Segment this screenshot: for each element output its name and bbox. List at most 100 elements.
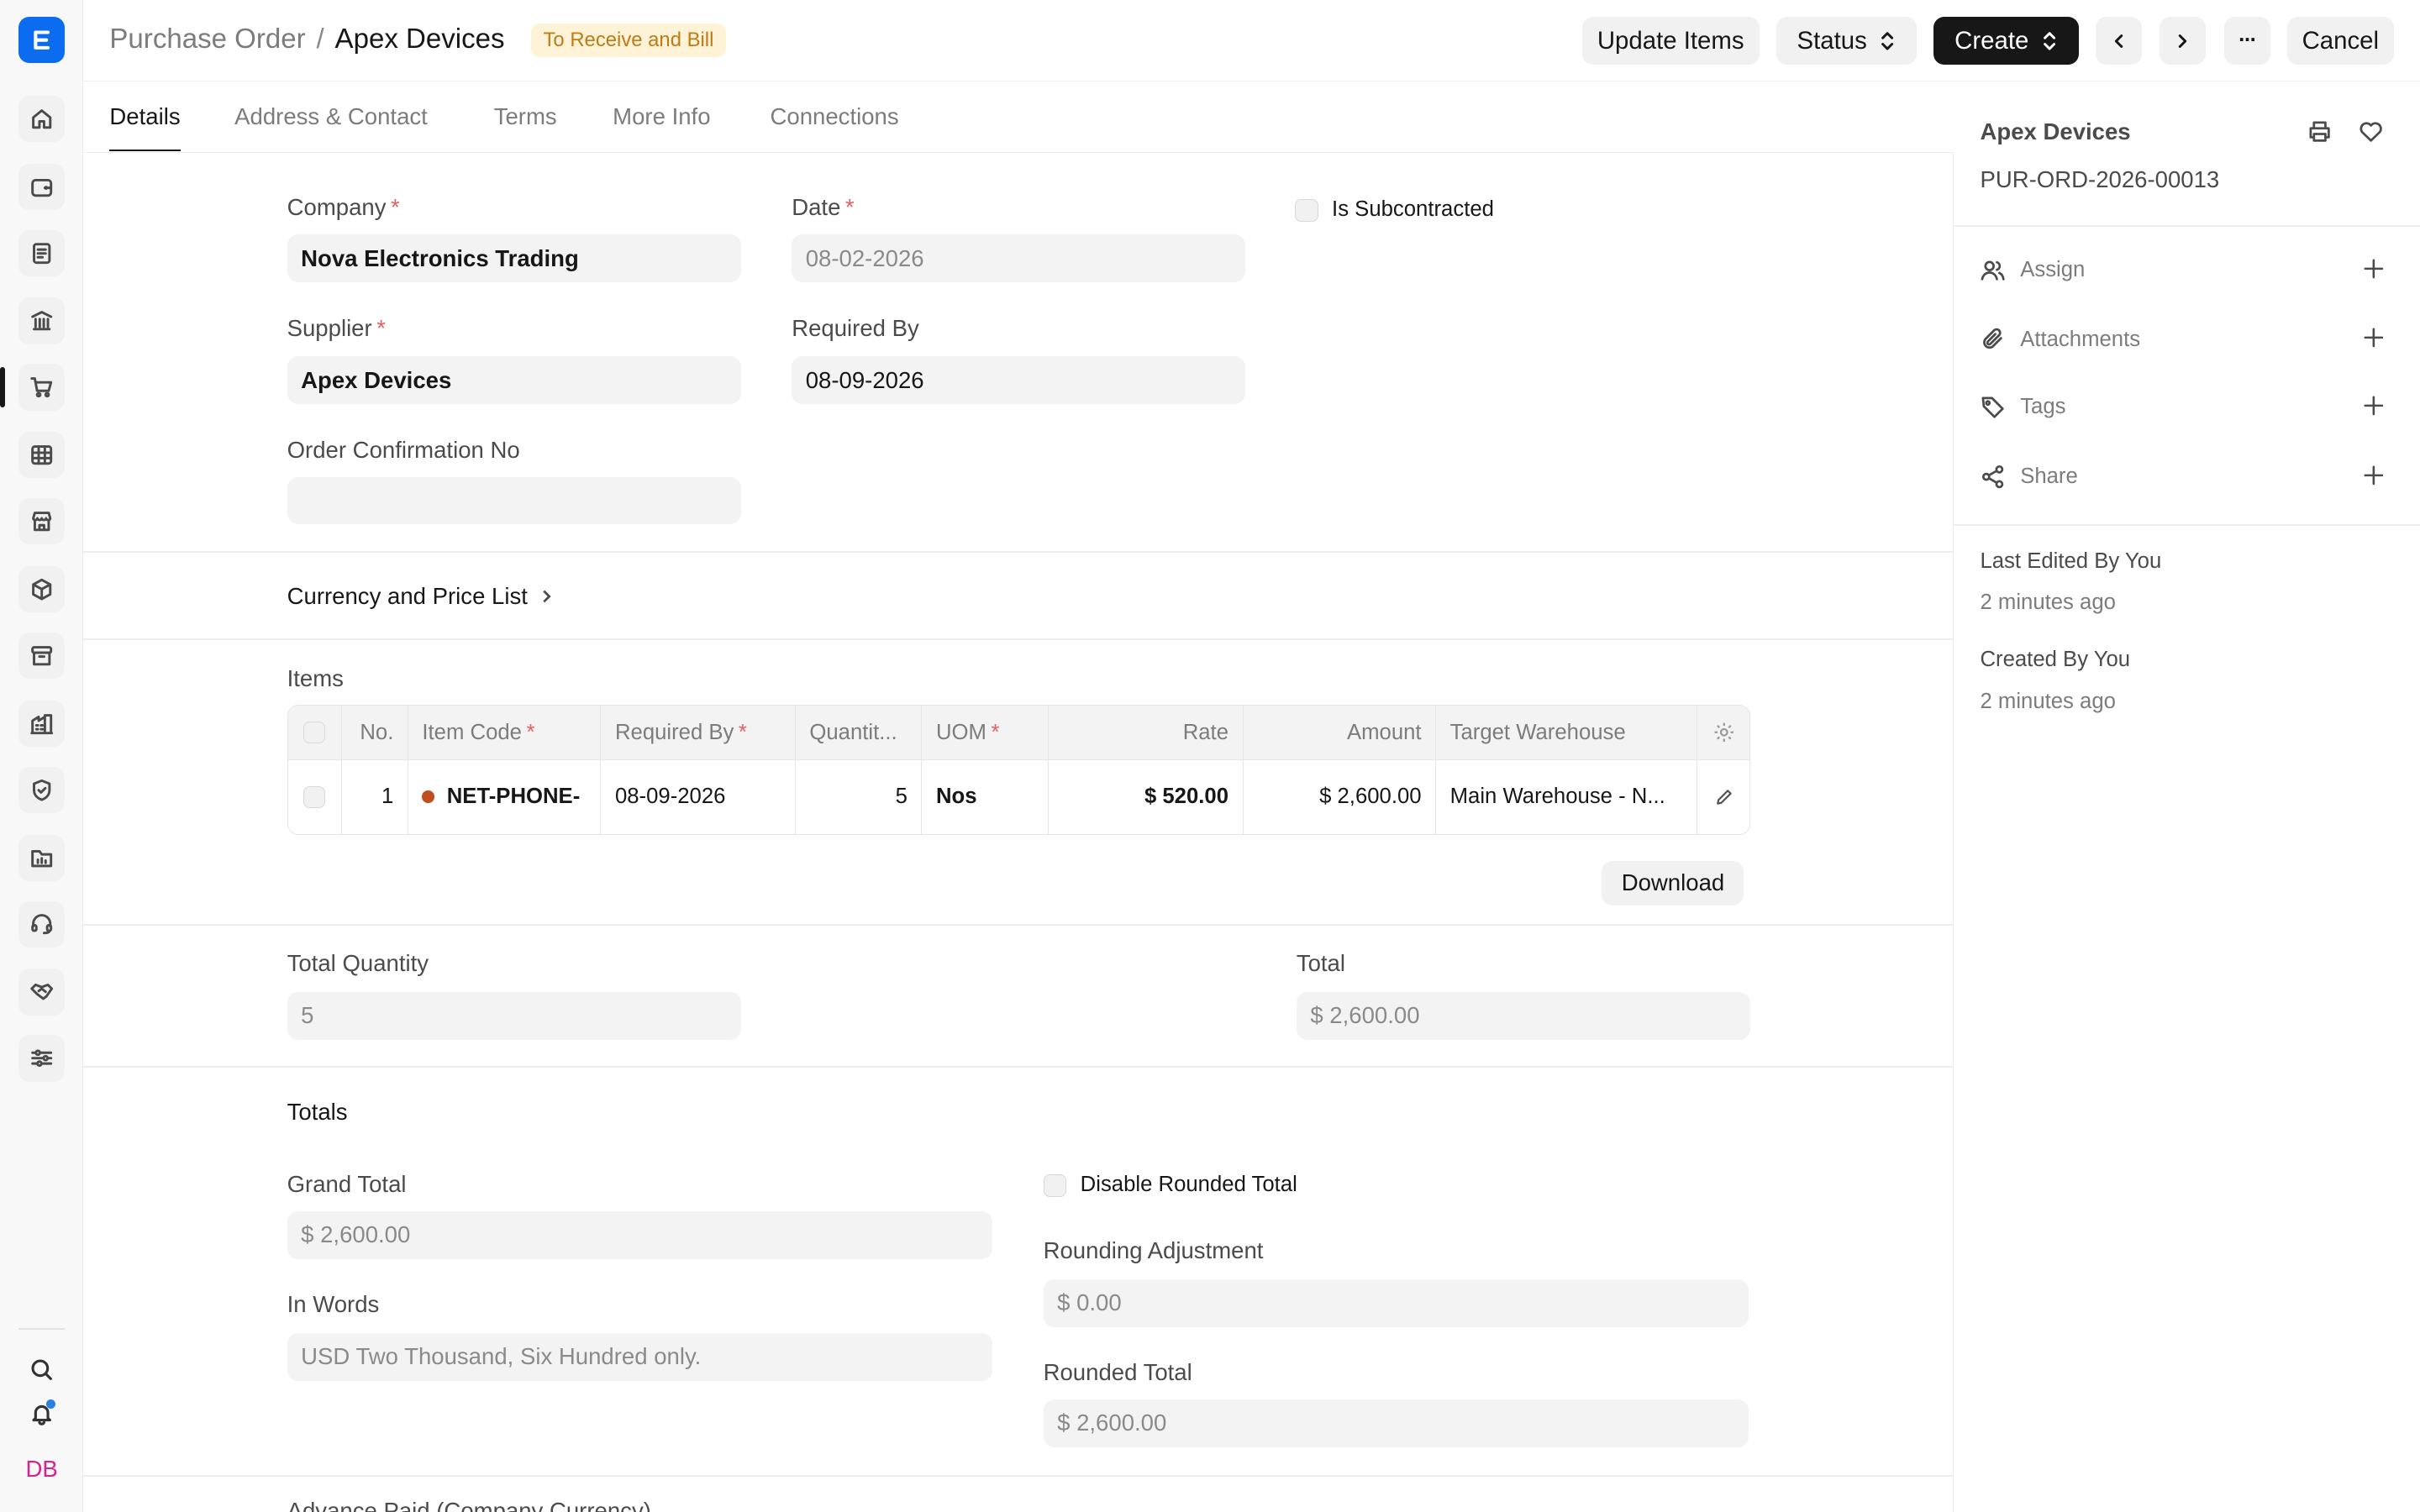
breadcrumb-parent[interactable]: Purchase Order xyxy=(109,24,305,55)
sidebar-title: Apex Devices xyxy=(1980,118,2131,145)
edit-row-button[interactable] xyxy=(1697,760,1749,834)
rail-settings[interactable] xyxy=(18,1035,66,1082)
rail-home[interactable] xyxy=(18,95,66,142)
row-target-warehouse[interactable]: Main Warehouse - N... xyxy=(1436,759,1697,834)
column-settings-button[interactable] xyxy=(1697,706,1749,759)
section-divider xyxy=(83,638,1954,641)
plus-icon[interactable] xyxy=(2363,465,2385,486)
left-rail: DB xyxy=(0,0,84,1512)
table-row[interactable]: 1 NET-PHONE- 08-09-2026 5 Nos $ 520.00 $… xyxy=(288,759,1749,834)
required-by-field[interactable]: 08-09-2026 xyxy=(792,356,1246,405)
rail-selling[interactable] xyxy=(18,498,66,545)
date-field[interactable]: 08-02-2026 xyxy=(792,234,1246,283)
company-field[interactable]: Nova Electronics Trading xyxy=(287,234,741,283)
supplier-field[interactable]: Apex Devices xyxy=(287,356,741,405)
rail-reports[interactable] xyxy=(18,432,66,479)
sidebar-tags[interactable]: Tags xyxy=(1980,389,2396,426)
create-button[interactable]: Create xyxy=(1933,17,2080,66)
rail-accounting[interactable] xyxy=(18,163,66,210)
rail-notifications[interactable] xyxy=(26,1398,57,1429)
pencil-icon xyxy=(1716,789,1732,805)
is-subcontracted-label: Is Subcontracted xyxy=(1332,197,1494,222)
page-header: Purchase Order / Apex Devices To Receive… xyxy=(83,0,2420,82)
document-icon xyxy=(32,242,51,264)
status-button[interactable]: Status xyxy=(1776,17,1918,66)
select-all-checkbox-cell[interactable] xyxy=(288,706,342,759)
like-button[interactable] xyxy=(2355,116,2386,147)
disable-rounded-total-checkbox[interactable] xyxy=(1043,1173,1067,1198)
tab-more-info[interactable]: More Info xyxy=(613,103,710,130)
row-rate[interactable]: $ 520.00 xyxy=(1049,759,1244,834)
sidebar-share[interactable]: Share xyxy=(1980,458,2396,495)
app-logo[interactable] xyxy=(18,17,66,64)
tab-details[interactable]: Details xyxy=(109,103,181,153)
rail-buying[interactable] xyxy=(0,364,66,411)
chevron-right-icon xyxy=(2178,34,2187,48)
shield-icon xyxy=(32,779,51,801)
cancel-button[interactable]: Cancel xyxy=(2286,17,2394,66)
attachments-label: Attachments xyxy=(2020,327,2141,351)
breadcrumb-separator: / xyxy=(316,23,324,55)
sidebar-divider xyxy=(1954,225,2420,227)
download-button[interactable]: Download xyxy=(1602,860,1744,906)
tab-connections[interactable]: Connections xyxy=(771,103,899,130)
currency-price-list-toggle[interactable]: Currency and Price List xyxy=(287,583,555,610)
col-rate: Rate xyxy=(1049,706,1244,759)
rail-search[interactable] xyxy=(26,1355,57,1386)
sidebar-assign[interactable]: Assign xyxy=(1980,251,2396,288)
row-checkbox[interactable] xyxy=(303,785,326,808)
currency-section-title: Currency and Price List xyxy=(287,583,528,610)
order-confirmation-field[interactable] xyxy=(287,476,741,525)
row-quantity[interactable]: 5 xyxy=(796,759,923,834)
rail-quality[interactable] xyxy=(18,766,66,813)
plus-icon[interactable] xyxy=(2363,327,2385,349)
date-label: Date * xyxy=(792,194,855,221)
in-words-label: In Words xyxy=(287,1291,380,1318)
breadcrumb: Purchase Order / Apex Devices xyxy=(109,24,504,55)
notification-dot xyxy=(46,1399,56,1409)
sidebar-divider xyxy=(1954,524,2420,527)
disable-rounded-total-label: Disable Rounded Total xyxy=(1080,1172,1297,1196)
rail-support[interactable] xyxy=(18,900,66,948)
rail-documents[interactable] xyxy=(18,229,66,276)
col-target-warehouse: Target Warehouse xyxy=(1436,706,1697,759)
sidebar-attachments[interactable]: Attachments xyxy=(1980,321,2396,358)
row-item-code[interactable]: NET-PHONE- xyxy=(408,759,602,834)
wallet-icon xyxy=(31,178,53,197)
previous-record-button[interactable] xyxy=(2096,17,2143,66)
col-amount: Amount xyxy=(1244,706,1437,759)
row-checkbox-cell[interactable] xyxy=(288,759,342,834)
print-button[interactable] xyxy=(2304,116,2335,147)
rail-projects[interactable] xyxy=(18,834,66,881)
page-title: Apex Devices xyxy=(334,23,505,55)
section-divider xyxy=(83,550,1954,553)
rail-stock[interactable] xyxy=(18,566,66,613)
items-table-header: No. Item Code * Required By * Quantit... U… xyxy=(287,706,1749,760)
col-uom: UOM * xyxy=(922,706,1050,759)
next-record-button[interactable] xyxy=(2159,17,2206,66)
chevron-left-icon xyxy=(2114,34,2123,48)
items-table: No. Item Code * Required By * Quantit... U… xyxy=(287,705,1750,835)
update-items-label: Update Items xyxy=(1597,26,1744,55)
plus-icon[interactable] xyxy=(2363,395,2385,417)
tab-terms[interactable]: Terms xyxy=(494,103,557,130)
rail-manufacturing[interactable] xyxy=(18,700,66,747)
col-item-code: Item Code * xyxy=(408,706,602,759)
rail-banking[interactable] xyxy=(18,297,66,344)
document-id: PUR-ORD-2026-00013 xyxy=(1980,166,2220,193)
more-actions-button[interactable]: ··· xyxy=(2223,17,2270,66)
select-all-checkbox[interactable] xyxy=(303,722,326,743)
is-subcontracted-checkbox[interactable] xyxy=(1294,198,1318,223)
order-confirmation-label: Order Confirmation No xyxy=(287,436,520,463)
tab-address-contact[interactable]: Address & Contact xyxy=(234,103,428,130)
user-avatar[interactable]: DB xyxy=(24,1453,60,1484)
rail-assets[interactable] xyxy=(18,633,66,680)
tag-icon xyxy=(1982,396,2005,418)
box-icon xyxy=(32,578,52,601)
row-required-by[interactable]: 08-09-2026 xyxy=(601,759,796,834)
plus-icon[interactable] xyxy=(2363,258,2385,280)
update-items-button[interactable]: Update Items xyxy=(1581,17,1760,66)
rail-crm[interactable] xyxy=(18,969,66,1016)
row-uom[interactable]: Nos xyxy=(922,759,1050,834)
items-label: Items xyxy=(287,664,344,691)
